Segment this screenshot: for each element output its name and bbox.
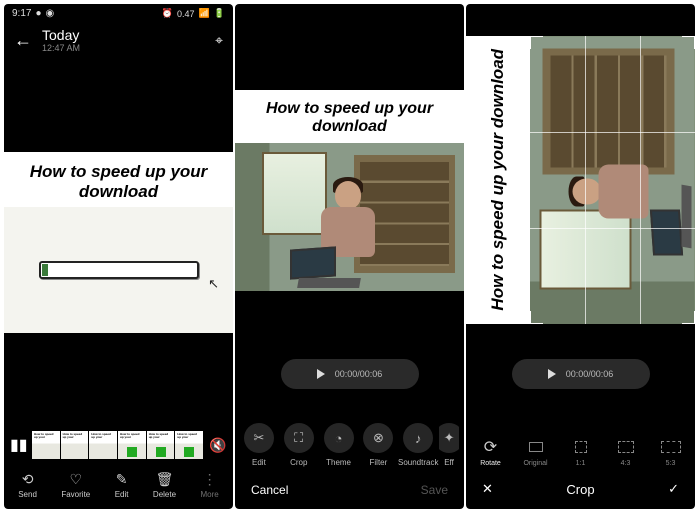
pause-button[interactable]: ▮▮ bbox=[10, 435, 26, 455]
whatsapp-icon: ◉ bbox=[46, 8, 55, 19]
rotated-title-panel: How to speed up your download bbox=[466, 36, 530, 324]
delete-button[interactable]: 🗑Delete bbox=[153, 471, 176, 499]
video-canvas[interactable]: How to speed up your download bbox=[235, 90, 464, 143]
cancel-button[interactable]: Cancel bbox=[251, 483, 288, 497]
edit-tool-soundtrack[interactable]: ♪Soundtrack bbox=[399, 423, 437, 467]
theme-icon: ◔ bbox=[324, 423, 354, 453]
edit-tool-theme[interactable]: ◔Theme bbox=[320, 423, 358, 467]
status-time: 9:17 bbox=[12, 8, 31, 19]
back-button[interactable]: ← bbox=[14, 30, 32, 51]
edit-tool-edit[interactable]: ✂Edit bbox=[240, 423, 278, 467]
ratio-1-1[interactable]: 1:1 bbox=[563, 438, 599, 467]
play-control[interactable]: 00:00/00:06 bbox=[512, 359, 650, 389]
alarm-icon: ⏰ bbox=[162, 8, 173, 19]
thumbnail[interactable]: How to speed up your bbox=[175, 431, 203, 459]
thumbnail[interactable]: How to speed up your bbox=[147, 431, 175, 459]
edit-tool-effect[interactable]: ✦Eff bbox=[439, 423, 459, 467]
rotate-button[interactable]: ⟳Rotate bbox=[473, 438, 509, 467]
play-icon bbox=[317, 369, 325, 379]
progress-bar bbox=[39, 261, 199, 279]
close-crop-button[interactable]: ✕ bbox=[482, 481, 493, 497]
thumbnail[interactable]: How to speed up your bbox=[118, 431, 146, 459]
more-icon: ⋮ bbox=[203, 471, 217, 487]
thumbnail[interactable]: How to speed up your bbox=[89, 431, 117, 459]
ratio-4-3[interactable]: 4:3 bbox=[608, 438, 644, 467]
edit-button[interactable]: ✎Edit bbox=[115, 471, 129, 499]
square-icon bbox=[575, 441, 587, 453]
send-button[interactable]: ⟲Send bbox=[18, 471, 37, 499]
aspect-toolbar: ⟳Rotate Original 1:1 4:3 5:3 bbox=[466, 438, 695, 467]
rect-4-3-icon bbox=[618, 441, 634, 453]
editor-footer: Cancel Save bbox=[235, 471, 464, 509]
google-lens-button[interactable]: ⌖ bbox=[215, 32, 223, 49]
rotate-icon: ⟳ bbox=[484, 437, 497, 457]
save-button[interactable]: Save bbox=[421, 483, 448, 497]
meme-body: ↖ bbox=[4, 207, 233, 333]
crop-canvas[interactable]: How to speed up your download bbox=[466, 36, 695, 324]
bottom-toolbar: ⟲Send ♡Favorite ✎Edit 🗑Delete ⋮More bbox=[4, 463, 233, 509]
ratio-5-3[interactable]: 5:3 bbox=[653, 438, 689, 467]
cursor-icon: ↖ bbox=[208, 276, 219, 292]
thumbnail[interactable]: How to speed up your bbox=[32, 431, 60, 459]
meme-title-line1: How to speed up your bbox=[10, 162, 227, 182]
music-icon: ♪ bbox=[403, 423, 433, 453]
header-day: Today bbox=[42, 27, 205, 43]
thumbnail-strip[interactable]: How to speed up your How to speed up you… bbox=[32, 431, 203, 459]
battery-icon: 🔋 bbox=[214, 8, 225, 19]
rotated-photo bbox=[530, 36, 695, 324]
thumbnail[interactable]: How to speed up your bbox=[61, 431, 89, 459]
crop-icon: ⛶ bbox=[284, 423, 314, 453]
scissors-icon: ✂ bbox=[244, 423, 274, 453]
pencil-icon: ✎ bbox=[116, 471, 128, 487]
rect-5-3-icon bbox=[661, 441, 681, 453]
gallery-header: ← Today 12:47 AM ⌖ bbox=[4, 21, 233, 59]
video-preview[interactable]: How to speed up your download ↖ bbox=[4, 152, 233, 333]
mute-button[interactable]: 🔇 bbox=[209, 437, 227, 454]
trash-icon: 🗑 bbox=[156, 471, 174, 487]
crop-label: Crop bbox=[566, 482, 594, 497]
phone-video-editor: How to speed up your download 00:00/00:0… bbox=[235, 4, 464, 509]
meme-title-line2: download bbox=[10, 182, 227, 202]
messenger-icon: ● bbox=[35, 8, 41, 19]
phone-gallery-view: 9:17 ● ◉ ⏰ 0.47 📶 🔋 ← Today 12:47 AM ⌖ H… bbox=[4, 4, 233, 509]
edit-toolbar: ✂Edit ⛶Crop ◔Theme ⊗Filter ♪Soundtrack ✦… bbox=[235, 423, 464, 467]
play-control[interactable]: 00:00/00:06 bbox=[281, 359, 419, 389]
edit-tool-crop[interactable]: ⛶Crop bbox=[280, 423, 318, 467]
video-frame bbox=[235, 143, 464, 291]
ratio-original[interactable]: Original bbox=[518, 438, 554, 467]
play-icon bbox=[548, 369, 556, 379]
signal-icon: 📶 bbox=[199, 8, 210, 19]
meme-title-rotated: How to speed up your download bbox=[488, 49, 508, 311]
effect-icon: ✦ bbox=[439, 423, 459, 453]
status-bar: 9:17 ● ◉ ⏰ 0.47 📶 🔋 bbox=[4, 4, 233, 21]
more-button[interactable]: ⋮More bbox=[200, 471, 218, 499]
timecode: 00:00/00:06 bbox=[566, 369, 614, 379]
timeline-row: ▮▮ How to speed up your How to speed up … bbox=[4, 427, 233, 463]
meme-title-line2: download bbox=[241, 118, 458, 136]
filter-icon: ⊗ bbox=[363, 423, 393, 453]
heart-icon: ♡ bbox=[70, 471, 83, 487]
crop-footer: ✕ Crop ✓ bbox=[466, 469, 695, 509]
original-icon bbox=[529, 442, 543, 452]
net-speed: 0.47 bbox=[177, 9, 195, 19]
meme-title-line1: How to speed up your bbox=[241, 100, 458, 118]
phone-crop-editor: How to speed up your download bbox=[466, 4, 695, 509]
timecode: 00:00/00:06 bbox=[335, 369, 383, 379]
header-time: 12:47 AM bbox=[42, 43, 205, 53]
edit-tool-filter[interactable]: ⊗Filter bbox=[359, 423, 397, 467]
favorite-button[interactable]: ♡Favorite bbox=[61, 471, 90, 499]
share-icon: ⟲ bbox=[22, 471, 34, 487]
confirm-crop-button[interactable]: ✓ bbox=[668, 481, 679, 497]
